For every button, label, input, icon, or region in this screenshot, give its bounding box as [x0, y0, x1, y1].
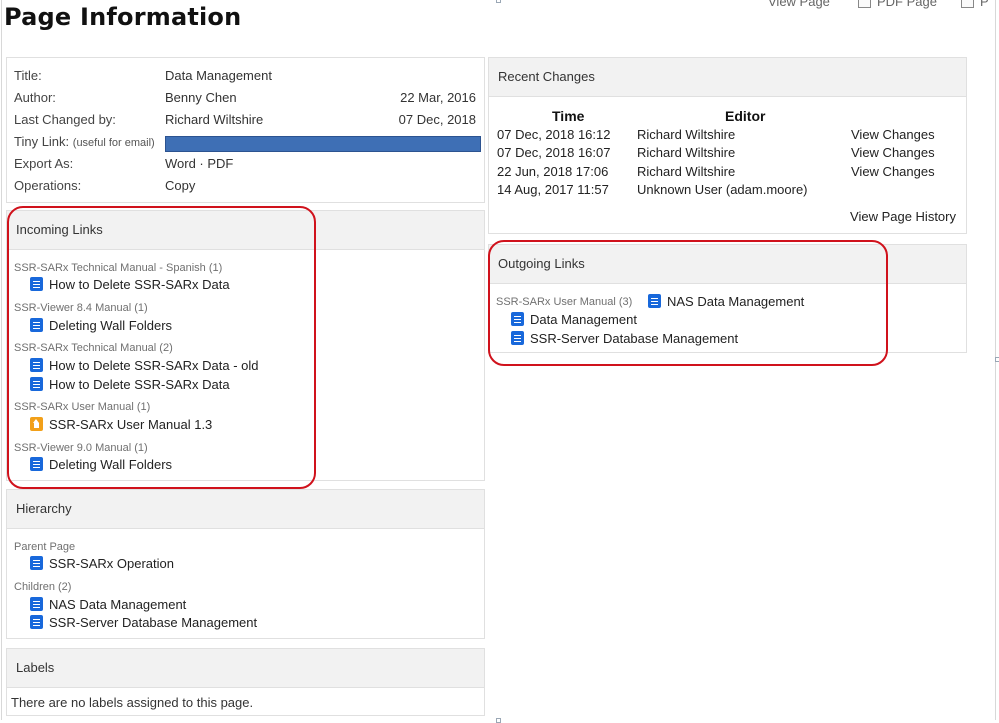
change-time: 07 Dec, 2018 16:07 — [497, 145, 611, 160]
changed-date: 07 Dec, 2018 — [398, 112, 476, 127]
view-changes-link[interactable]: View Changes — [851, 164, 935, 179]
change-editor[interactable]: Unknown User (adam.moore) — [637, 182, 808, 197]
document-icon — [30, 277, 43, 291]
pdf-icon — [858, 0, 871, 8]
labels-heading: Labels — [7, 649, 484, 688]
change-editor[interactable]: Richard Wiltshire — [637, 164, 735, 179]
incoming-links-panel: Incoming Links SSR-SARx Technical Manual… — [6, 210, 485, 481]
tiny-link-label-text: Tiny Link: — [14, 134, 70, 149]
pdf-page-link[interactable]: PDF Page — [858, 0, 937, 9]
incoming-group-label: SSR-Viewer 8.4 Manual (1) — [14, 302, 148, 314]
incoming-links-heading: Incoming Links — [7, 211, 484, 250]
time-column-header: Time — [552, 108, 585, 124]
outgoing-link-item[interactable]: NAS Data Management — [648, 294, 804, 310]
last-changed-value[interactable]: Richard Wiltshire — [165, 112, 263, 127]
title-label: Title: — [14, 68, 42, 83]
incoming-group-label: SSR-SARx Technical Manual - Spanish (1) — [14, 262, 223, 274]
incoming-link-item[interactable]: SSR-SARx User Manual 1.3 — [30, 417, 212, 433]
parent-page-label: Parent Page — [14, 541, 76, 553]
no-labels-message: There are no labels assigned to this pag… — [11, 695, 254, 710]
labels-panel: Labels There are no labels assigned to t… — [6, 648, 485, 716]
incoming-group-label: SSR-SARx User Manual (1) — [14, 401, 151, 413]
document-icon — [30, 597, 43, 611]
hierarchy-heading: Hierarchy — [7, 490, 484, 529]
author-value[interactable]: Benny Chen — [165, 90, 237, 105]
incoming-group-label: SSR-Viewer 9.0 Manual (1) — [14, 442, 148, 454]
home-icon — [30, 417, 43, 431]
more-action-link[interactable]: P — [961, 0, 989, 9]
change-editor[interactable]: Richard Wiltshire — [637, 127, 735, 142]
document-icon — [30, 358, 43, 372]
copy-operation-link[interactable]: Copy — [165, 178, 195, 193]
incoming-link-item[interactable]: How to Delete SSR-SARx Data — [30, 277, 230, 293]
export-options[interactable]: Word · PDF — [165, 156, 233, 171]
incoming-link-item[interactable]: Deleting Wall Folders — [30, 318, 172, 334]
page-title: Page Information — [4, 3, 242, 31]
last-changed-label: Last Changed by: — [14, 112, 116, 127]
resize-handle-top — [496, 0, 501, 3]
tiny-link-field[interactable] — [165, 136, 481, 152]
incoming-link-item[interactable]: Deleting Wall Folders — [30, 457, 172, 473]
document-icon — [30, 457, 43, 471]
incoming-group-label: SSR-SARx Technical Manual (2) — [14, 342, 173, 354]
author-label: Author: — [14, 90, 56, 105]
created-date: 22 Mar, 2016 — [400, 90, 476, 105]
resize-handle-right — [995, 357, 999, 362]
change-editor[interactable]: Richard Wiltshire — [637, 145, 735, 160]
children-label: Children (2) — [14, 581, 72, 593]
child-page-link[interactable]: NAS Data Management — [30, 597, 186, 613]
document-icon — [30, 615, 43, 629]
incoming-link-item[interactable]: How to Delete SSR-SARx Data - old — [30, 358, 259, 374]
view-page-history-link[interactable]: View Page History — [850, 209, 956, 224]
document-icon — [511, 312, 524, 326]
resize-handle-bottom — [496, 718, 501, 723]
operations-label: Operations: — [14, 178, 82, 193]
editor-column-header: Editor — [725, 108, 766, 124]
parent-page-link[interactable]: SSR-SARx Operation — [30, 556, 174, 572]
tiny-link-label: Tiny Link: (useful for email) — [14, 134, 155, 149]
page-icon — [961, 0, 974, 8]
recent-changes-heading: Recent Changes — [489, 58, 966, 97]
outgoing-links-panel: Outgoing Links SSR-SARx User Manual (3) … — [488, 244, 967, 353]
change-time: 14 Aug, 2017 11:57 — [497, 182, 609, 197]
page-info-panel: Title: Data Management Author: Benny Che… — [6, 57, 485, 203]
export-label: Export As: — [14, 156, 74, 171]
document-icon — [30, 556, 43, 570]
change-time: 07 Dec, 2018 16:12 — [497, 127, 611, 142]
document-icon — [30, 377, 43, 391]
hierarchy-panel: Hierarchy Parent Page SSR-SARx Operation… — [6, 489, 485, 639]
document-icon — [648, 294, 661, 308]
document-icon — [30, 318, 43, 332]
change-time: 22 Jun, 2018 17:06 — [497, 164, 609, 179]
incoming-link-item[interactable]: How to Delete SSR-SARx Data — [30, 377, 230, 393]
outgoing-group-label: SSR-SARx User Manual (3) — [496, 296, 633, 308]
view-changes-link[interactable]: View Changes — [851, 145, 935, 160]
child-page-link[interactable]: SSR-Server Database Management — [30, 615, 257, 631]
view-changes-link[interactable]: View Changes — [851, 127, 935, 142]
document-icon — [511, 331, 524, 345]
outgoing-link-item[interactable]: Data Management — [511, 312, 637, 328]
tiny-link-note: (useful for email) — [72, 137, 155, 149]
outgoing-link-item[interactable]: SSR-Server Database Management — [511, 331, 738, 347]
outgoing-links-heading: Outgoing Links — [489, 245, 966, 284]
title-value: Data Management — [165, 68, 272, 83]
recent-changes-panel: Recent Changes Time Editor 07 Dec, 2018 … — [488, 57, 967, 234]
